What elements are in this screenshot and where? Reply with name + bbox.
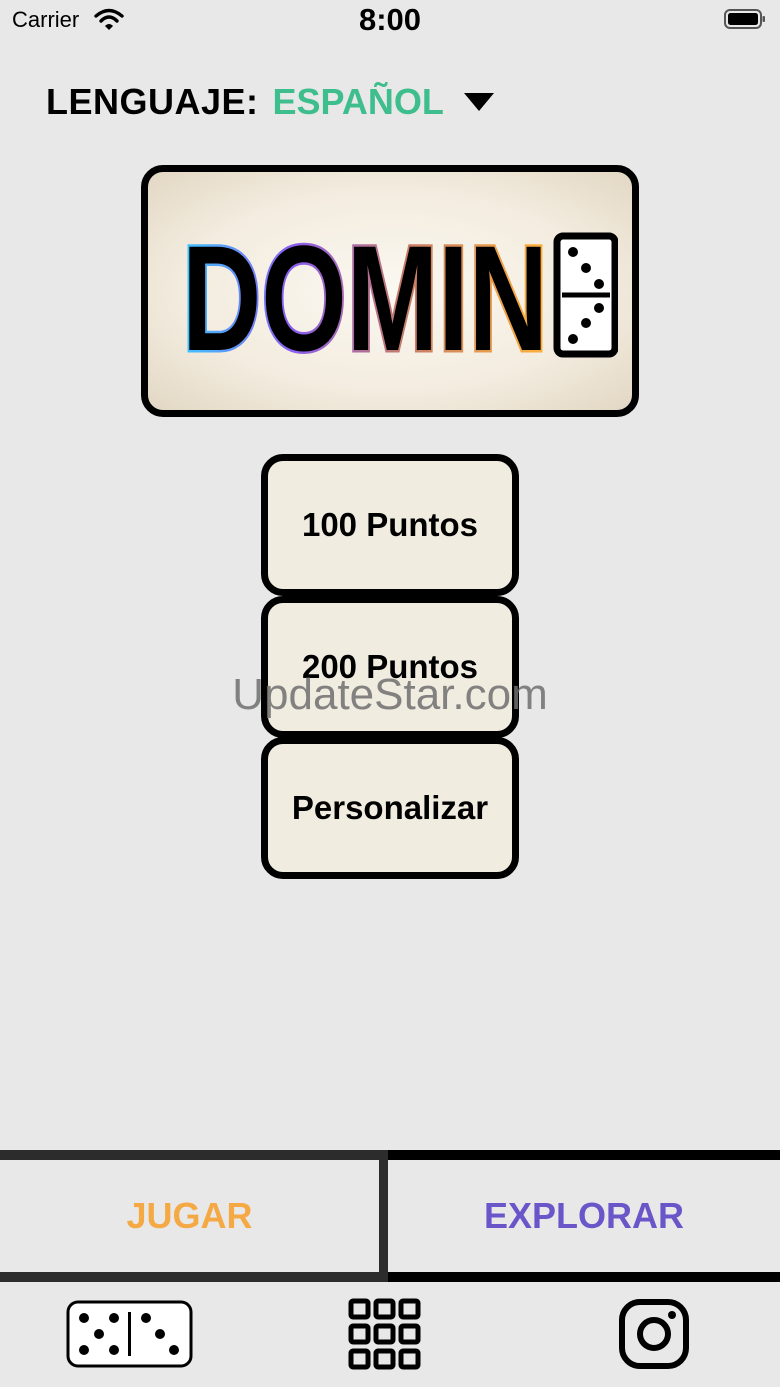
language-label: LENGUAJE:	[46, 81, 259, 122]
logo-text: DOMIN	[182, 232, 548, 358]
domino-logo-graphic: DOMIN	[180, 232, 618, 358]
tab-explore[interactable]: EXPLORAR	[388, 1150, 780, 1282]
status-time: 8:00	[358, 2, 422, 37]
tab-explore-label: EXPLORAR	[483, 1195, 685, 1236]
customize-button[interactable]: Personalizar	[261, 737, 519, 879]
200-points-button[interactable]: 200 Puntos	[261, 596, 519, 738]
caret-down-icon[interactable]	[463, 93, 494, 111]
100-points-button[interactable]: 100 Puntos	[261, 454, 519, 596]
tab-play[interactable]: JUGAR	[0, 1150, 388, 1282]
grid-icon[interactable]	[348, 1298, 422, 1370]
battery-icon	[724, 9, 765, 29]
status-bar: Carrier 8:00	[0, 0, 780, 44]
domino-icon[interactable]	[66, 1300, 193, 1368]
bottom-icon-bar	[0, 1282, 780, 1387]
tab-play-label: JUGAR	[126, 1195, 253, 1236]
domino-logo: DOMIN	[141, 165, 639, 417]
domino-tile-icon	[553, 232, 618, 358]
language-selector[interactable]: LENGUAJE: ESPAÑOL	[46, 80, 494, 124]
language-value[interactable]: ESPAÑOL	[273, 81, 444, 123]
instagram-icon[interactable]	[618, 1298, 690, 1370]
